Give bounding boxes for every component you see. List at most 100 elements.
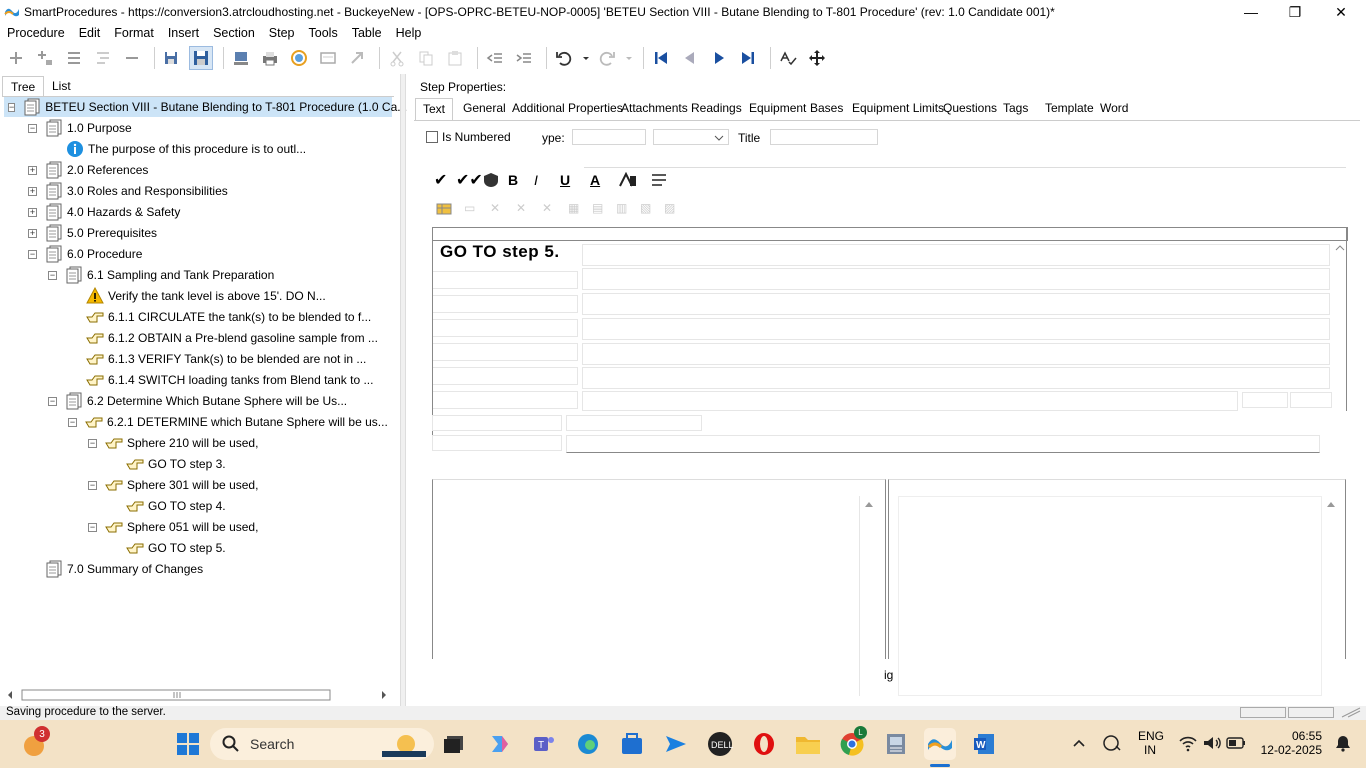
form-icon[interactable] xyxy=(316,46,340,70)
tree-node-condition[interactable]: − Sphere 301 will be used, xyxy=(88,475,258,495)
vertical-scrollbar[interactable] xyxy=(1324,498,1338,698)
smartprocedures-taskbar-icon[interactable] xyxy=(924,728,956,760)
table-row-icon[interactable]: ▭ xyxy=(464,201,490,215)
tree-node-step[interactable]: 6.1.4 SWITCH loading tanks from Blend ta… xyxy=(86,370,373,390)
task-view-icon[interactable] xyxy=(440,730,468,758)
tree-node-section[interactable]: − 1.0 Purpose xyxy=(28,118,132,138)
last-record-icon[interactable] xyxy=(736,46,760,70)
editor-row[interactable] xyxy=(582,343,1330,365)
table-grid-icon[interactable]: ▦ xyxy=(568,201,592,215)
collapse-icon[interactable]: − xyxy=(88,480,97,490)
type-input[interactable] xyxy=(572,129,646,145)
editor-cell[interactable] xyxy=(432,271,578,289)
tab-tags[interactable]: Tags xyxy=(1003,101,1028,119)
is-numbered-checkbox[interactable] xyxy=(426,131,438,143)
type-select[interactable] xyxy=(653,129,729,145)
tab-list[interactable]: List xyxy=(44,76,79,96)
editor-cell[interactable] xyxy=(566,415,702,431)
teams-icon[interactable]: T xyxy=(530,730,558,758)
close-button[interactable]: ✕ xyxy=(1318,0,1364,24)
tab-word[interactable]: Word xyxy=(1100,101,1128,119)
notifications-bell-icon[interactable] xyxy=(1334,734,1352,752)
check-icon[interactable]: ✔ xyxy=(434,170,456,190)
tree-node-subsection[interactable]: − 6.2 Determine Which Butane Sphere will… xyxy=(48,391,347,411)
editor-cell[interactable] xyxy=(1242,392,1288,408)
editor-cell[interactable] xyxy=(432,367,578,385)
tree-node-subsection[interactable]: − 6.1 Sampling and Tank Preparation xyxy=(48,265,274,285)
copy-icon[interactable] xyxy=(414,46,438,70)
menu-procedure[interactable]: Procedure xyxy=(0,26,72,40)
cell-props-icon[interactable]: ▧ xyxy=(640,201,664,215)
title-input[interactable] xyxy=(770,129,878,145)
remote-app-icon[interactable] xyxy=(882,730,910,758)
battery-icon[interactable] xyxy=(1226,736,1246,750)
editor-cell[interactable] xyxy=(432,435,562,451)
collapse-icon[interactable]: − xyxy=(8,102,16,112)
merge-cells-icon[interactable]: ▤ xyxy=(592,201,616,215)
tree-node-step[interactable]: 6.1.1 CIRCULATE the tank(s) to be blende… xyxy=(86,307,371,327)
notes-right-text[interactable] xyxy=(898,496,1322,696)
expand-icon[interactable]: + xyxy=(28,207,37,217)
collapse-icon[interactable]: − xyxy=(68,417,77,427)
tab-additional-properties[interactable]: Additional Properties xyxy=(512,101,623,119)
procedure-tree[interactable]: − BETEU Section VIII - Butane Blending t… xyxy=(4,97,407,687)
tree-node-section[interactable]: + 2.0 References xyxy=(28,160,148,180)
tree-node-goto[interactable]: GO TO step 5. xyxy=(126,538,226,558)
remove-icon[interactable] xyxy=(120,46,144,70)
expand-icon[interactable]: + xyxy=(28,186,37,196)
dell-icon[interactable]: DELL xyxy=(706,730,734,758)
language-indicator[interactable]: ENG IN xyxy=(1138,729,1164,757)
undo-dropdown-icon[interactable] xyxy=(581,46,591,70)
tab-equipment-limits[interactable]: Equipment Limits xyxy=(852,101,944,119)
tab-attachments[interactable]: Attachments xyxy=(621,101,688,119)
network-status-icon[interactable] xyxy=(1102,734,1122,752)
file-explorer-icon[interactable] xyxy=(794,730,822,758)
paste-icon[interactable] xyxy=(443,46,467,70)
table-props-icon[interactable]: ▨ xyxy=(664,201,688,215)
menu-section[interactable]: Section xyxy=(206,26,262,40)
outdent-icon[interactable] xyxy=(483,46,507,70)
tree-node-goto[interactable]: GO TO step 4. xyxy=(126,496,226,516)
undo-icon[interactable] xyxy=(552,46,576,70)
scroll-up-icon[interactable] xyxy=(1334,242,1346,254)
delete-table-icon[interactable]: ✕ xyxy=(542,201,568,215)
resize-grip-icon[interactable] xyxy=(1338,707,1362,718)
menu-step[interactable]: Step xyxy=(262,26,302,40)
tree-node-condition[interactable]: − Sphere 051 will be used, xyxy=(88,517,258,537)
send-icon[interactable] xyxy=(662,730,690,758)
editor-row[interactable] xyxy=(582,367,1330,389)
menu-tools[interactable]: Tools xyxy=(302,26,345,40)
tree-node-step[interactable]: 6.1.3 VERIFY Tank(s) to be blended are n… xyxy=(86,349,366,369)
taskbar-search-box[interactable]: Search xyxy=(210,728,434,760)
tree-node-goto[interactable]: GO TO step 3. xyxy=(126,454,226,474)
delete-row-icon[interactable]: ✕ xyxy=(490,201,516,215)
menu-edit[interactable]: Edit xyxy=(72,26,108,40)
tab-general[interactable]: General xyxy=(463,101,506,119)
tree-node-warning[interactable]: Verify the tank level is above 15'. DO N… xyxy=(86,286,326,306)
pane-splitter[interactable] xyxy=(400,74,406,706)
add-icon[interactable] xyxy=(4,46,28,70)
next-record-icon[interactable] xyxy=(707,46,731,70)
export-icon[interactable] xyxy=(345,46,369,70)
tab-questions[interactable]: Questions xyxy=(943,101,997,119)
expand-icon[interactable]: + xyxy=(28,228,37,238)
tab-tree[interactable]: Tree xyxy=(2,76,45,96)
collapse-icon[interactable]: − xyxy=(28,123,37,133)
weather-widget-icon[interactable]: 3 xyxy=(20,726,50,758)
collapse-icon[interactable]: − xyxy=(88,438,97,448)
editor-cell[interactable] xyxy=(1290,392,1332,408)
indent-list-icon[interactable] xyxy=(91,46,115,70)
wifi-icon[interactable] xyxy=(1178,734,1198,752)
split-cells-icon[interactable]: ▥ xyxy=(616,201,640,215)
tree-node-info[interactable]: The purpose of this procedure is to outl… xyxy=(66,139,306,159)
font-color-icon[interactable]: A xyxy=(590,172,618,188)
edge-icon[interactable] xyxy=(574,730,602,758)
delete-column-icon[interactable]: ✕ xyxy=(516,201,542,215)
copilot-icon[interactable] xyxy=(486,730,514,758)
editor-row[interactable] xyxy=(566,435,1320,453)
windows-start-icon[interactable] xyxy=(174,730,202,758)
tree-node-section[interactable]: + 3.0 Roles and Responsibilities xyxy=(28,181,228,201)
cut-icon[interactable] xyxy=(385,46,409,70)
vertical-scrollbar[interactable] xyxy=(862,498,876,698)
first-record-icon[interactable] xyxy=(649,46,673,70)
